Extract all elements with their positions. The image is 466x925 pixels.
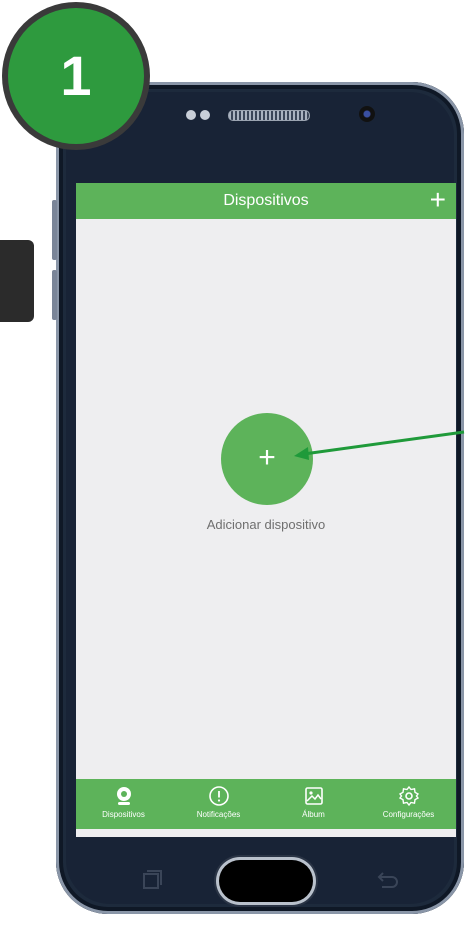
home-button[interactable] xyxy=(219,860,313,902)
tab-album[interactable]: Álbum xyxy=(266,779,361,829)
step-number: 1 xyxy=(60,44,92,107)
back-key-icon[interactable] xyxy=(374,868,400,892)
image-icon xyxy=(304,787,323,805)
sensor-dot xyxy=(200,110,210,120)
app-screen: Dispositivos + + Adicionar dispositivo D… xyxy=(76,183,456,837)
side-tab xyxy=(0,240,34,322)
front-camera xyxy=(359,106,375,122)
bottom-tab-bar: Dispositivos Notificações Álbum Configur… xyxy=(76,779,456,829)
gear-icon xyxy=(398,785,419,807)
app-header: Dispositivos + xyxy=(76,183,456,219)
tab-configuracoes[interactable]: Configurações xyxy=(361,779,456,829)
tab-notificacoes[interactable]: Notificações xyxy=(171,779,266,829)
tab-dispositivos[interactable]: Dispositivos xyxy=(76,779,171,829)
tab-label: Álbum xyxy=(302,810,325,819)
tab-label: Notificações xyxy=(196,810,241,819)
tab-label: Configurações xyxy=(382,810,435,819)
volume-up-button xyxy=(52,200,57,260)
earpiece-speaker xyxy=(228,110,310,121)
step-badge: 1 xyxy=(8,8,144,144)
add-device-label: Adicionar dispositivo xyxy=(206,517,326,532)
recent-apps-key-icon[interactable] xyxy=(140,868,164,892)
camera-icon xyxy=(116,787,131,805)
sensor-dot xyxy=(186,110,196,120)
add-device-header-button[interactable]: + xyxy=(430,185,446,215)
page-title: Dispositivos xyxy=(223,192,309,209)
pointer-arrow-icon xyxy=(294,430,465,460)
volume-down-button xyxy=(52,270,57,320)
tab-label: Dispositivos xyxy=(102,810,145,819)
alert-circle-icon xyxy=(208,786,229,806)
